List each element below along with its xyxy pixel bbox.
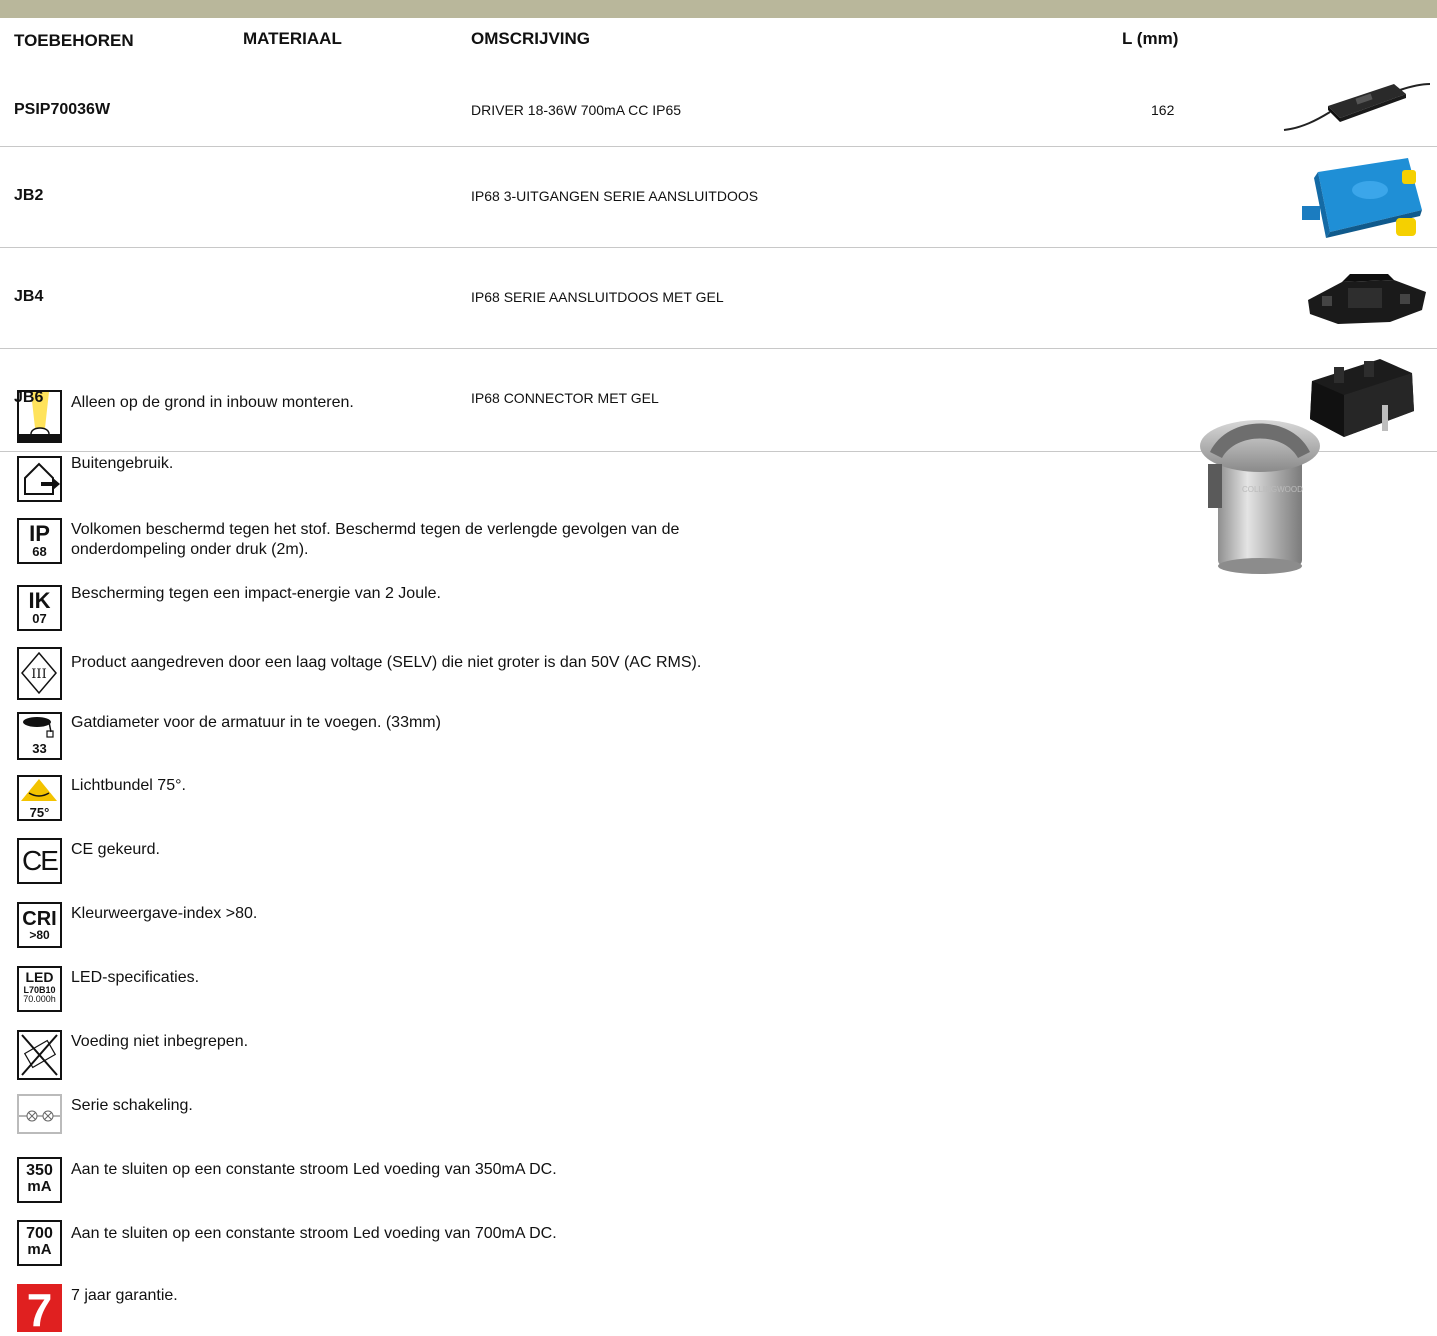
row-separator [0,146,1437,147]
ce-mark-icon: CE [17,838,62,884]
legend-text: Aan te sluiten op een constante stroom L… [71,1225,557,1242]
cri-icon: CRI >80 [17,902,62,948]
700ma-icon: 700 mA [17,1220,62,1266]
legend-text: Aan te sluiten op een constante stroom L… [71,1161,557,1178]
accessory-code: JB6 [14,389,44,406]
legend-text: Bescherming tegen een impact-energie van… [71,585,441,602]
legend-text: 7 jaar garantie. [71,1287,178,1304]
ik07-icon: IK 07 [17,585,62,631]
header-material: MATERIAAL [243,29,342,48]
no-driver-icon [17,1030,62,1080]
header-description: OMSCRIJVING [471,29,591,48]
luminaire-photo: COLLINGWOOD [1200,420,1320,574]
350ma-icon: 350 mA [17,1157,62,1203]
legend-text: Kleurweergave-index >80. [71,905,258,922]
legend-text: Volkomen beschermd tegen het stof. Besch… [71,521,680,558]
warranty-7-icon: 7 [17,1284,62,1333]
accessory-code: JB4 [14,288,44,305]
accessory-length: 162 [1151,102,1175,118]
legend-text: Lichtbundel 75°. [71,777,186,794]
accessory-code: PSIP70036W [14,101,111,118]
svg-text:III: III [31,667,46,682]
accessory-code: JB2 [14,187,44,204]
outdoor-use-icon [17,456,62,502]
series-connection-icon [17,1094,62,1134]
legend-text: CE gekeurd. [71,841,160,858]
legend-text: Alleen op de grond in inbouw monteren. [71,394,354,411]
accessory-description: DRIVER 18-36W 700mA CC IP65 [471,102,682,118]
header-accessory: TOEBEHOREN [14,31,134,50]
driver-photo [1283,83,1431,131]
black-junction-box-photo [1308,274,1426,324]
row-separator [0,247,1437,248]
accessory-description: IP68 3-UITGANGEN SERIE AANSLUITDOOS [471,188,759,204]
legend-text: Gatdiameter voor de armatuur in te voege… [71,714,441,731]
row-separator [0,348,1437,349]
accessory-description: IP68 SERIE AANSLUITDOOS MET GEL [471,289,724,305]
svg-text:COLLINGWOOD: COLLINGWOOD [1242,485,1303,494]
legend-text: Buitengebruik. [71,455,174,472]
legend-text: LED-specificaties. [71,969,200,986]
accessory-description: IP68 CONNECTOR MET GEL [471,390,659,406]
beam-angle-icon: 75° [17,775,62,821]
legend-text: Voeding niet inbegrepen. [71,1033,249,1050]
selv-class-iii-icon: III [17,647,62,700]
header-length: L (mm) [1122,29,1179,48]
led-spec-icon: LED L70B10 70.000h [17,966,62,1012]
blue-junction-box-photo [1302,158,1422,238]
top-color-bar [0,0,1437,18]
legend-text: Product aangedreven door een laag voltag… [71,654,702,671]
ip68-icon: IP 68 [17,518,62,564]
legend-text: Serie schakeling. [71,1097,193,1114]
hole-diameter-icon: 33 [17,712,62,760]
